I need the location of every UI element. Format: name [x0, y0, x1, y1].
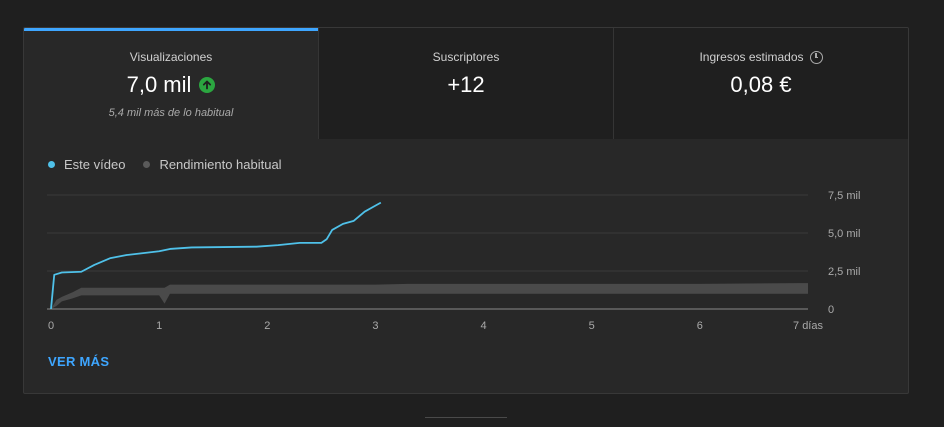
analytics-card: Visualizaciones 7,0 mil 5,4 mil más de l…	[23, 27, 909, 394]
typical-performance-band	[51, 283, 808, 309]
legend-dot-this-video	[48, 161, 55, 168]
arrow-up-icon	[199, 77, 216, 93]
tab-ingresos[interactable]: Ingresos estimados 0,08 €	[614, 28, 908, 139]
ver-mas-link[interactable]: VER MÁS	[48, 354, 109, 369]
tab-label: Suscriptores	[432, 50, 500, 64]
tab-suscriptores[interactable]: Suscriptores +12	[319, 28, 614, 139]
tab-label-row: Ingresos estimados	[614, 50, 908, 64]
metric-tabs: Visualizaciones 7,0 mil 5,4 mil más de l…	[24, 28, 908, 139]
y-tick-label: 5,0 mil	[828, 228, 860, 240]
tab-label: Visualizaciones	[129, 50, 213, 64]
y-tick-label: 0	[828, 304, 834, 316]
tab-subtext: 5,4 mil más de lo habitual	[108, 107, 234, 119]
x-tick-label: 7 días	[793, 320, 823, 332]
x-tick-label: 0	[48, 320, 54, 332]
chart-legend: Este vídeo Rendimiento habitual	[48, 157, 300, 172]
x-tick-label: 1	[156, 320, 162, 332]
legend-item-this-video: Este vídeo	[48, 157, 125, 172]
bottom-divider	[425, 417, 507, 418]
legend-label: Rendimiento habitual	[159, 157, 282, 172]
views-chart: 7,5 mil 5,0 mil 2,5 mil 0 0 1 2 3 4 5 6 7 días	[47, 190, 860, 332]
y-tick-label: 2,5 mil	[828, 266, 860, 278]
clock-icon[interactable]	[809, 50, 823, 64]
tab-value: 7,0 mil	[126, 72, 192, 97]
x-tick-label: 4	[481, 320, 487, 332]
legend-dot-typical	[143, 161, 151, 168]
x-tick-label: 3	[372, 320, 378, 332]
x-tick-label: 6	[697, 320, 703, 332]
legend-item-typical: Rendimiento habitual	[143, 157, 282, 172]
tab-value: 0,08 €	[730, 72, 792, 97]
x-tick-label: 2	[264, 320, 270, 332]
legend-label: Este vídeo	[64, 157, 126, 172]
tab-value-row: 0,08 €	[614, 71, 908, 99]
x-tick-label: 5	[589, 320, 595, 332]
tab-value-row: +12	[319, 71, 613, 99]
y-tick-label: 7,5 mil	[828, 190, 860, 202]
tab-label: Ingresos estimados	[699, 50, 804, 64]
tab-value-row: 7,0 mil	[24, 71, 318, 99]
tab-value: +12	[447, 72, 485, 97]
tab-visualizaciones[interactable]: Visualizaciones 7,0 mil 5,4 mil más de l…	[24, 28, 319, 139]
